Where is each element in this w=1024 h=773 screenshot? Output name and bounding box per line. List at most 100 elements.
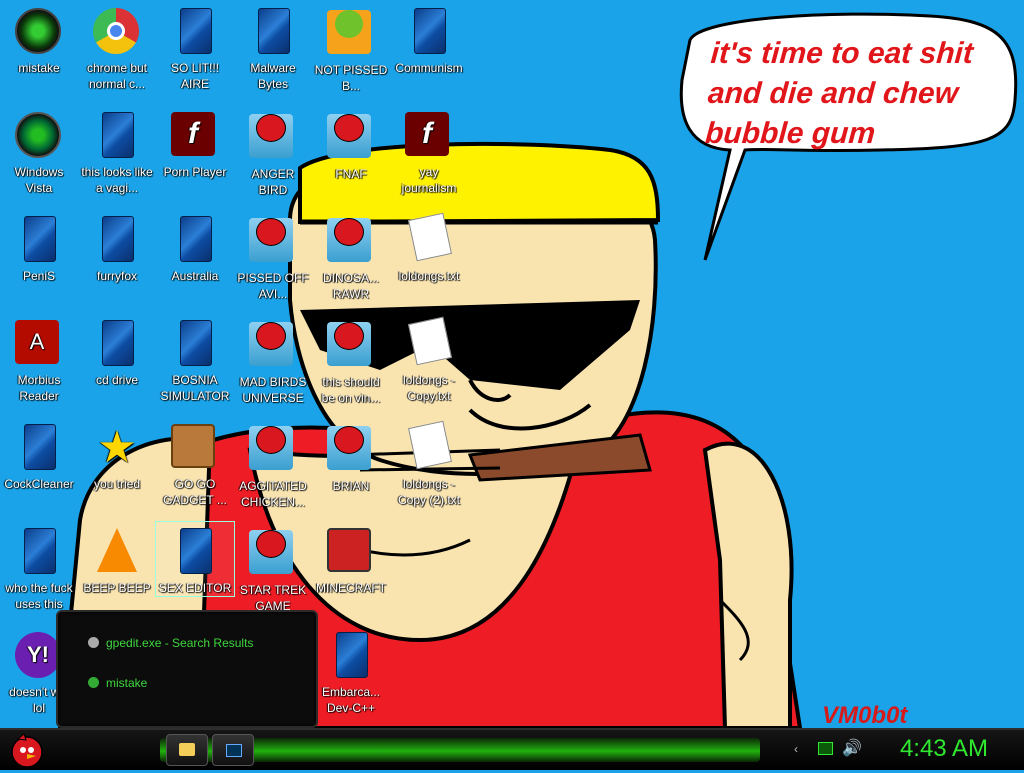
text-file-icon: [405, 420, 453, 472]
desktop-icon[interactable]: A Morbius Reader: [0, 314, 78, 404]
angry-birds-icon: [327, 218, 375, 266]
desktop-icon[interactable]: PeniS: [0, 210, 78, 284]
desktop-icon[interactable]: mistake: [0, 2, 78, 76]
desktop-icon[interactable]: Windows Vista: [0, 106, 78, 196]
desktop-icon-label: BEEP BEEP: [83, 581, 151, 595]
recycle-icon: [15, 112, 63, 160]
document-icon: [249, 8, 297, 56]
chevron-icon[interactable]: ‹: [794, 742, 798, 756]
document-icon: [93, 216, 141, 264]
desktop-icon[interactable]: MAD BIRDS UNIVERSE: [234, 314, 312, 406]
network-icon[interactable]: [818, 742, 833, 755]
desktop-icon[interactable]: CockCleaner: [0, 418, 78, 492]
desktop-icon-label: mistake: [18, 61, 60, 75]
desktop-icon[interactable]: Embarca... Dev-C++: [312, 626, 390, 716]
search-result-mistake[interactable]: mistake: [88, 676, 147, 690]
desktop-icon[interactable]: DINOSA... RAWR: [312, 210, 390, 302]
search-result-gpedit[interactable]: gpedit.exe - Search Results: [88, 636, 253, 650]
desktop-icon[interactable]: f Porn Player: [156, 106, 234, 180]
pdf-icon: A: [15, 320, 63, 368]
search-result-label: mistake: [106, 676, 148, 690]
desktop-icon[interactable]: this should be on vin...: [312, 314, 390, 406]
chrome-icon: [93, 8, 141, 56]
desktop-icon-label: Morbius Reader: [17, 373, 61, 403]
desktop-icon[interactable]: Malware Bytes: [234, 2, 312, 92]
start-button[interactable]: [6, 730, 48, 768]
desktop-icon-label: BRIAN: [332, 479, 370, 493]
folder-icon: [179, 743, 195, 756]
desktop-icon-label: SO LIT!!! AIRE: [170, 61, 219, 91]
desktop-icon[interactable]: MINECRAFT: [312, 522, 390, 596]
desktop-icon[interactable]: cd drive: [78, 314, 156, 388]
desktop-icon-label: who the fuck uses this: [5, 581, 73, 611]
desktop-icon-label: MINECRAFT: [316, 581, 386, 595]
desktop-icon-label: you tried: [93, 477, 141, 491]
search-result-label: gpedit.exe - Search Results: [106, 636, 254, 650]
taskbar: ‹ 🔊 4:43 AM: [0, 728, 1024, 770]
desktop-icon[interactable]: chrome but normal c...: [78, 2, 156, 92]
angry-birds-space-icon: [249, 322, 297, 370]
desktop-icon[interactable]: this looks like a vagi...: [78, 106, 156, 196]
desktop-icon[interactable]: GO GO GADGET ...: [156, 418, 234, 508]
volume-icon[interactable]: 🔊: [842, 738, 862, 758]
desktop-icon[interactable]: loldongs - Copy.txt: [390, 314, 468, 404]
desktop-icon-label: yay journalism: [401, 165, 457, 195]
desktop-icon[interactable]: NOT PISSED B...: [312, 2, 390, 94]
angry-birds-star-wars-icon: [249, 530, 297, 578]
desktop-icon[interactable]: FNAF: [312, 106, 390, 182]
desktop-icon-label: PeniS: [22, 269, 56, 283]
desktop-icon[interactable]: ★ you tried: [78, 418, 156, 492]
desktop-icon[interactable]: STAR TREK GAME: [234, 522, 312, 614]
desktop-icon[interactable]: PISSED OFF AVI...: [234, 210, 312, 302]
star-icon: ★: [97, 423, 137, 472]
desktop-icon[interactable]: BRIAN: [312, 418, 390, 494]
desktop-icon-label: chrome but normal c...: [86, 61, 148, 91]
angry-birds-stella-icon: [327, 426, 375, 474]
document-icon: [327, 632, 375, 680]
desktop-icon[interactable]: furryfox: [78, 210, 156, 284]
vlc-icon: [93, 528, 141, 576]
desktop-icon[interactable]: BEEP BEEP: [78, 522, 156, 596]
text-file-icon: [405, 212, 453, 264]
desktop-icon-label: this looks like a vagi...: [81, 165, 153, 195]
desktop-icon-label: DINOSA... RAWR: [322, 271, 379, 301]
desktop-icon-label: loldongs - Copy.txt: [402, 373, 456, 403]
search-popup: gpedit.exe - Search Results mistake: [56, 610, 318, 728]
bubble-line-3: bubble gum: [704, 117, 877, 150]
desktop-icon[interactable]: ANGER BIRD: [234, 106, 312, 198]
desktop-icon[interactable]: loldongs.txt: [390, 210, 468, 284]
desktop-icon-label: MAD BIRDS UNIVERSE: [239, 375, 307, 405]
angry-birds-icon: [249, 426, 297, 474]
desktop-icon[interactable]: Communism: [390, 2, 468, 76]
desktop-icon[interactable]: who the fuck uses this: [0, 522, 78, 612]
desktop-icon-label: Communism: [395, 61, 463, 75]
clock[interactable]: 4:43 AM: [900, 734, 988, 764]
desktop-icon-label: furryfox: [96, 269, 137, 283]
taskbar-explorer-button[interactable]: [166, 734, 208, 766]
desktop-icon[interactable]: SEX EDITOR: [155, 521, 235, 597]
briefcase-icon: [171, 424, 219, 472]
angry-birds-icon: [327, 322, 375, 370]
desktop-icon[interactable]: loldongs - Copy (2).txt: [390, 418, 468, 508]
taskbar-window-button[interactable]: [212, 734, 254, 766]
desktop-icon-label: Embarca... Dev-C++: [321, 685, 381, 715]
document-icon: [15, 424, 63, 472]
document-icon: [93, 320, 141, 368]
desktop-icon[interactable]: SO LIT!!! AIRE: [156, 2, 234, 92]
desktop-icon[interactable]: BOSNIA SIMULATOR: [156, 314, 234, 404]
window-icon: [226, 744, 242, 757]
document-icon: [171, 8, 219, 56]
desktop-icon-label: Australia: [171, 269, 219, 283]
desktop-icon-label: ANGER BIRD: [251, 167, 295, 197]
flash-icon: f: [171, 112, 219, 160]
mistake-app-icon: [15, 8, 63, 56]
desktop-icon-label: AGGITATED CHICKEN...: [239, 479, 307, 509]
desktop-icon[interactable]: f yay journalism: [390, 106, 468, 196]
desktop-icon[interactable]: Australia: [156, 210, 234, 284]
search-icon: [88, 637, 99, 648]
desktop-icon-label: this should be on vin...: [321, 375, 381, 405]
desktop-icon-label: SEX EDITOR: [158, 581, 232, 595]
bad-piggies-icon: [327, 10, 375, 58]
desktop-icon[interactable]: AGGITATED CHICKEN...: [234, 418, 312, 510]
bubble-line-1: it's time to eat shit: [709, 37, 975, 70]
